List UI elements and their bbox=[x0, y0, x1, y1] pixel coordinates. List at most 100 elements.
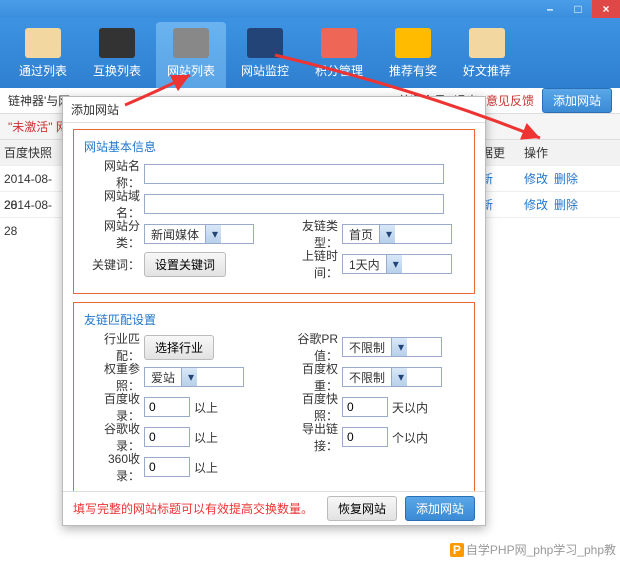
site-domain-input[interactable] bbox=[144, 194, 444, 214]
edit-link[interactable]: 修改 bbox=[524, 198, 548, 212]
toolbar-item-calendar[interactable]: 积分管理 bbox=[304, 22, 374, 88]
site-name-input[interactable] bbox=[144, 164, 444, 184]
keyword-label: 关键词： bbox=[84, 256, 144, 273]
google-label: 谷歌收录： bbox=[84, 420, 144, 454]
gpr-select[interactable]: 不限制 ▾ bbox=[342, 337, 442, 357]
n360-input[interactable] bbox=[144, 457, 190, 477]
minimize-button[interactable]: – bbox=[536, 0, 564, 18]
site-cat-select[interactable]: 新闻媒体 ▾ bbox=[144, 224, 254, 244]
restore-button[interactable]: 恢复网站 bbox=[327, 496, 397, 521]
site-name-label: 网站名称： bbox=[84, 157, 144, 191]
clipboard-icon bbox=[25, 28, 61, 58]
uptime-value: 1天内 bbox=[343, 256, 386, 273]
chevron-down-icon: ▾ bbox=[391, 368, 407, 386]
toolbar-label: 通过列表 bbox=[8, 62, 78, 79]
baidu-label: 百度收录： bbox=[84, 390, 144, 424]
delete-link[interactable]: 删除 bbox=[554, 198, 578, 212]
snap-input[interactable] bbox=[342, 397, 388, 417]
google-input[interactable] bbox=[144, 427, 190, 447]
export-label: 导出链接： bbox=[282, 420, 342, 454]
status-text: "未激活" 网 bbox=[8, 120, 68, 134]
gpr-value: 不限制 bbox=[343, 339, 391, 356]
set-keyword-button[interactable]: 设置关键词 bbox=[144, 252, 226, 277]
at-icon bbox=[469, 28, 505, 58]
cell-op: 修改删除 bbox=[520, 166, 600, 191]
toolbar-item-terminal[interactable]: 互换列表 bbox=[82, 22, 152, 88]
bw-value: 不限制 bbox=[343, 369, 391, 386]
monitor-icon bbox=[247, 28, 283, 58]
calendar-icon bbox=[321, 28, 357, 58]
feedback-link[interactable]: 意见反馈 bbox=[486, 88, 534, 114]
uptime-label: 上链时间： bbox=[282, 247, 342, 281]
weight-select[interactable]: 爱站 ▾ bbox=[144, 367, 244, 387]
close-button[interactable]: × bbox=[592, 0, 620, 18]
chevron-down-icon: ▾ bbox=[386, 255, 402, 273]
toolbar-item-star[interactable]: 推荐有奖 bbox=[378, 22, 448, 88]
industry-label: 行业匹配： bbox=[84, 330, 144, 364]
toolbar-label: 好文推荐 bbox=[452, 62, 522, 79]
bw-label: 百度权重： bbox=[282, 360, 342, 394]
chevron-down-icon: ▾ bbox=[379, 225, 395, 243]
site-domain-label: 网站域名： bbox=[84, 187, 144, 221]
dialog-title: 添加网站 bbox=[63, 97, 485, 123]
toolbar-item-clipboard[interactable]: 通过列表 bbox=[8, 22, 78, 88]
uptime-select[interactable]: 1天内 ▾ bbox=[342, 254, 452, 274]
watermark-icon: P bbox=[450, 543, 464, 557]
n360-label: 360收录： bbox=[84, 450, 144, 484]
suffix-days: 天以内 bbox=[392, 399, 428, 416]
cell-op: 修改删除 bbox=[520, 192, 600, 217]
linktype-label: 友链类型： bbox=[282, 217, 342, 251]
cell-date: 2014-08-28 bbox=[0, 166, 65, 191]
chevron-down-icon: ▾ bbox=[181, 368, 197, 386]
weight-value: 爱站 bbox=[145, 369, 181, 386]
snap-label: 百度快照： bbox=[282, 390, 342, 424]
star-icon bbox=[395, 28, 431, 58]
add-site-dialog: 添加网站 网站基本信息 网站名称： 网站域名： 网站分类： 新闻媒体 ▾ bbox=[62, 96, 486, 526]
info-left: 链神器'与网 bbox=[8, 88, 70, 114]
watermark: P 自学PHP网_php学习_php教 bbox=[450, 541, 616, 558]
suffix-above: 以上 bbox=[194, 459, 218, 476]
delete-link[interactable]: 删除 bbox=[554, 172, 578, 186]
footer-hint: 填写完整的网站标题可以有效提高交换数量。 bbox=[73, 500, 319, 517]
site-cat-value: 新闻媒体 bbox=[145, 226, 205, 243]
maximize-button[interactable]: □ bbox=[564, 0, 592, 18]
toolbar-item-at[interactable]: 好文推荐 bbox=[452, 22, 522, 88]
terminal-icon bbox=[99, 28, 135, 58]
sites-icon bbox=[173, 28, 209, 58]
toolbar-label: 推荐有奖 bbox=[378, 62, 448, 79]
section-basic: 网站基本信息 网站名称： 网站域名： 网站分类： 新闻媒体 ▾ bbox=[73, 129, 475, 294]
chevron-down-icon: ▾ bbox=[391, 338, 407, 356]
edit-link[interactable]: 修改 bbox=[524, 172, 548, 186]
linktype-value: 首页 bbox=[343, 226, 379, 243]
bw-select[interactable]: 不限制 ▾ bbox=[342, 367, 442, 387]
section-match-title: 友链匹配设置 bbox=[84, 311, 464, 328]
site-cat-label: 网站分类： bbox=[84, 217, 144, 251]
toolbar-label: 网站监控 bbox=[230, 62, 300, 79]
th-op: 操作 bbox=[520, 140, 600, 165]
weight-label: 权重参照： bbox=[84, 360, 144, 394]
suffix-count: 个以内 bbox=[392, 429, 428, 446]
watermark-text: 自学PHP网_php学习_php教 bbox=[466, 541, 616, 558]
suffix-above: 以上 bbox=[194, 429, 218, 446]
export-input[interactable] bbox=[342, 427, 388, 447]
section-match: 友链匹配设置 行业匹配： 选择行业 权重参照： 爱站 ▾ bbox=[73, 302, 475, 491]
toolbar-label: 积分管理 bbox=[304, 62, 374, 79]
window-titlebar: – □ × bbox=[0, 0, 620, 18]
suffix-above: 以上 bbox=[194, 399, 218, 416]
gpr-label: 谷歌PR值： bbox=[282, 330, 342, 364]
select-industry-button[interactable]: 选择行业 bbox=[144, 335, 214, 360]
chevron-down-icon: ▾ bbox=[205, 225, 221, 243]
add-site-button[interactable]: 添加网站 bbox=[542, 88, 612, 113]
cell-date: 2014-08-28 bbox=[0, 192, 65, 217]
toolbar-label: 互换列表 bbox=[82, 62, 152, 79]
th-date: 百度快照 bbox=[0, 140, 65, 165]
toolbar-item-sites[interactable]: 网站列表 bbox=[156, 22, 226, 88]
section-basic-title: 网站基本信息 bbox=[84, 138, 464, 155]
main-toolbar: 通过列表互换列表网站列表网站监控积分管理推荐有奖好文推荐 bbox=[0, 18, 620, 88]
linktype-select[interactable]: 首页 ▾ bbox=[342, 224, 452, 244]
dialog-footer: 填写完整的网站标题可以有效提高交换数量。 恢复网站 添加网站 bbox=[63, 491, 485, 525]
toolbar-item-monitor[interactable]: 网站监控 bbox=[230, 22, 300, 88]
baidu-input[interactable] bbox=[144, 397, 190, 417]
dialog-add-button[interactable]: 添加网站 bbox=[405, 496, 475, 521]
toolbar-label: 网站列表 bbox=[156, 62, 226, 79]
